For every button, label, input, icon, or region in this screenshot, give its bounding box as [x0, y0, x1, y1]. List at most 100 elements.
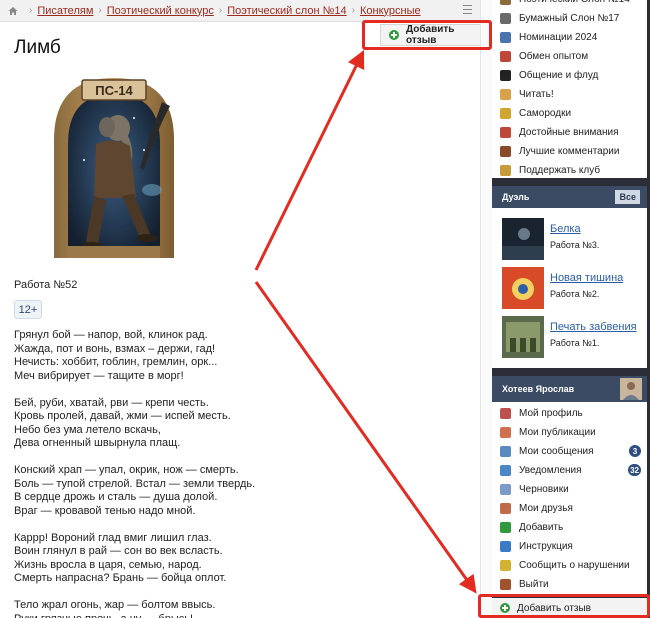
poem-line: Враг — кровавой тенью надо мной. — [14, 504, 196, 517]
publications-icon — [500, 427, 511, 438]
highlight-box-top — [362, 20, 492, 50]
sidebar-item[interactable]: Читать! — [492, 85, 647, 104]
poem-stanza: Конский храп — упал, окрик, нож — смерть… — [14, 464, 454, 518]
hamburger-menu-icon[interactable] — [463, 5, 472, 16]
poem-line: Боль — тупой стрелой. Встал — земли твер… — [14, 477, 256, 490]
poem-line: Смерть напрасна? Брань — бойца оплот. — [14, 572, 227, 584]
read-icon — [500, 89, 511, 100]
avatar[interactable] — [620, 378, 642, 400]
sidebar-item-label: Сообщить о нарушении — [519, 560, 630, 571]
breadcrumb-link-contest[interactable]: Поэтический конкурс — [107, 5, 214, 17]
user-menu: Мой профиль Мои публикации Мои сообщения 3 У… — [492, 402, 647, 594]
duel-item-work: Работа №3. — [550, 240, 600, 250]
duel-title: Дуэль — [502, 192, 530, 202]
poem-line: В сердце дрожь и сталь — душа долой. — [14, 491, 218, 503]
sidebar-item-label: Обмен опытом — [519, 51, 589, 62]
breadcrumb-separator: › — [29, 5, 33, 16]
sidebar-item-label: Мой профиль — [519, 408, 583, 419]
award-icon — [500, 127, 511, 138]
sidebar-item[interactable]: Самородки — [492, 104, 647, 123]
poem-line: Жажда, пот и вонь, взмах – держи, гад! — [14, 342, 216, 355]
breadcrumb-link-writers[interactable]: Писателям — [37, 5, 93, 17]
sidebar-item[interactable]: Добавить — [492, 518, 647, 537]
friends-icon — [500, 503, 511, 514]
poem-line: Жизнь вросла в царя, семью, народ. — [14, 558, 202, 571]
sidebar-item[interactable]: Поэтический Слон №14 — [492, 0, 647, 9]
duel-item-work: Работа №1. — [550, 338, 600, 348]
sidebar-item-label: Читать! — [519, 89, 554, 100]
sidebar-item[interactable]: Сообщить о нарушении — [492, 556, 647, 575]
breadcrumb: › Писателям › Поэтический конкурс › Поэт… — [0, 0, 480, 22]
duel-thumbnail[interactable] — [502, 316, 544, 358]
sidebar-item[interactable]: Достойные внимания — [492, 123, 647, 142]
sidebar-item-label: Выйти — [519, 579, 549, 590]
breadcrumb-link-elephant[interactable]: Поэтический слон №14 — [227, 5, 346, 17]
user-header: Хотеев Ярослав — [492, 376, 647, 402]
poem-line: Руки грязные прочь, а ну — брысь! — [14, 613, 454, 618]
sidebar-item-label: Инструкция — [519, 541, 573, 552]
sidebar-item[interactable]: Бумажный Слон №17 — [492, 9, 647, 28]
sidebar-item-label: Черновики — [519, 484, 569, 495]
notifications-icon — [500, 465, 511, 476]
sidebar-item-label: Достойные внимания — [519, 127, 619, 138]
breadcrumb-separator: › — [98, 5, 102, 16]
sidebar-item[interactable]: Инструкция — [492, 537, 647, 556]
poem-stanza: Тело жрал огонь, жар — болтом ввысь. Руки… — [14, 599, 454, 618]
sidebar-item[interactable]: Уведомления 32 — [492, 461, 647, 480]
sidebar-item-label: Бумажный Слон №17 — [519, 13, 620, 24]
report-icon — [500, 560, 511, 571]
sidebar-item-label: Мои друзья — [519, 503, 573, 514]
poem-line: Бей, руби, хватай, рви — крепи честь. — [14, 396, 209, 409]
duel-item-title[interactable]: Печать забвения — [550, 321, 637, 333]
main-content: › Писателям › Поэтический конкурс › Поэт… — [0, 0, 480, 618]
poem-line: Воин глянул в рай — сон во век всласть. — [14, 545, 223, 557]
duel-thumbnail[interactable] — [502, 218, 544, 260]
poem-line: Небо без ума летело вскачь, — [14, 423, 161, 436]
poem-line: Грянул бой — напор, вой, клинок рад. — [14, 329, 208, 341]
sidebar-item-label: Лучшие комментарии — [519, 146, 620, 157]
elephant-icon — [500, 0, 511, 5]
poem-stanza: Бей, руби, хватай, рви — крепи честь. Кро… — [14, 397, 454, 451]
sidebar-item-label: Добавить — [519, 522, 564, 533]
sidebar-item[interactable]: Мой профиль — [492, 404, 647, 423]
breadcrumb-link-entries[interactable]: Конкурсные — [360, 5, 421, 17]
duel-item-title[interactable]: Белка — [550, 223, 581, 235]
sidebar-item[interactable]: Номинации 2024 — [492, 28, 647, 47]
poem-line: Каррр! Вороний глад вмиг лишил глаз. — [14, 531, 212, 544]
profile-icon — [500, 408, 511, 419]
sidebar-item[interactable]: Обмен опытом — [492, 47, 647, 66]
sidebar-item[interactable]: Лучшие комментарии — [492, 142, 647, 161]
count-badge: 32 — [628, 464, 641, 476]
duel-item-work: Работа №2. — [550, 289, 600, 299]
count-badge: 3 — [629, 445, 641, 457]
poem-stanza: Грянул бой — напор, вой, клинок рад. Жажд… — [14, 329, 454, 383]
sidebar-item[interactable]: Мои публикации — [492, 423, 647, 442]
home-icon[interactable] — [8, 6, 18, 16]
highlight-box-bottom — [478, 594, 650, 618]
exchange-icon — [500, 51, 511, 62]
sidebar-item[interactable]: Поддержать клуб — [492, 161, 647, 180]
duel-all-button[interactable]: Все — [615, 190, 640, 204]
duel-item: Печать забвения Работа №1. — [502, 316, 642, 358]
sidebar-item[interactable]: Мои друзья — [492, 499, 647, 518]
sidebar-item-label: Мои публикации — [519, 427, 596, 438]
sidebar-item[interactable]: Черновики — [492, 480, 647, 499]
add-icon — [500, 522, 511, 533]
poem-line: Конский храп — упал, окрик, нож — смерть… — [14, 464, 239, 476]
poem-line: Кровь пролей, давай, жми — испей месть. — [14, 410, 231, 422]
poem-stanza: Каррр! Вороний глад вмиг лишил глаз. Воин… — [14, 532, 454, 586]
sidebar-item[interactable]: Мои сообщения 3 — [492, 442, 647, 461]
support-icon — [500, 165, 511, 176]
poem-line: Нечисть: хоббит, гоблин, гремлин, орк... — [14, 356, 218, 368]
duel-item-title[interactable]: Новая тишина — [550, 272, 623, 284]
sidebar-item[interactable]: Общение и флуд — [492, 66, 647, 85]
breadcrumb-separator: › — [218, 5, 223, 16]
paper-elephant-icon — [500, 13, 511, 24]
user-name[interactable]: Хотеев Ярослав — [502, 384, 574, 394]
duel-thumbnail[interactable] — [502, 267, 544, 309]
info-icon — [500, 541, 511, 552]
duel-list: Белка Работа №3. Новая тишина Работа №2.… — [492, 208, 647, 368]
page-title: Лимб — [14, 37, 61, 58]
sidebar-item[interactable]: Выйти — [492, 575, 647, 594]
duel-item: Белка Работа №3. — [502, 218, 642, 260]
